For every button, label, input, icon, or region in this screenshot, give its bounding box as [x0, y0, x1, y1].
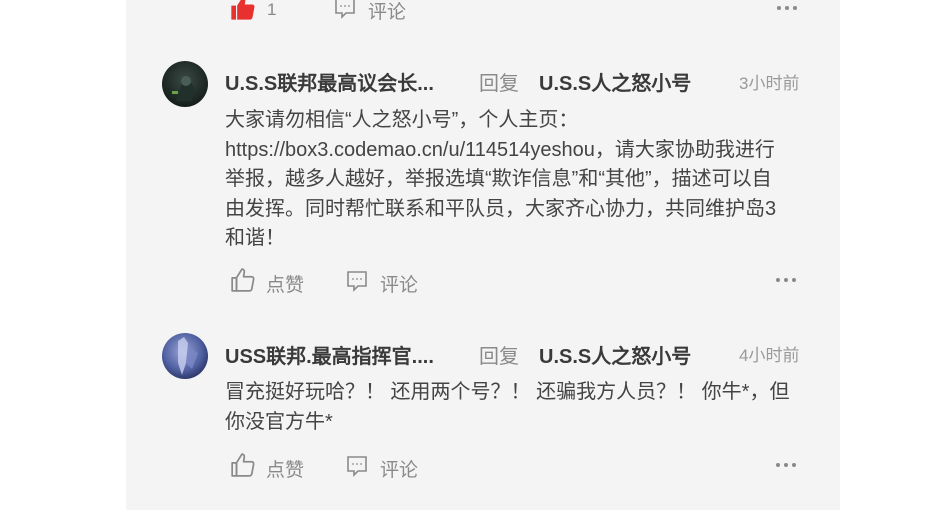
reply-to-name[interactable]: U.S.S人之怒小号: [539, 340, 691, 369]
avatar[interactable]: [162, 61, 208, 107]
like-button-label[interactable]: 点赞: [266, 455, 304, 482]
comment-line: 由发挥。同时帮忙联系和平队员，大家齐心协力，共同维护岛3: [225, 197, 777, 220]
comment-bubble-icon[interactable]: [345, 269, 369, 293]
comment-text: 冒充挺好玩哈？！ 还用两个号？！ 还骗我方人员？！ 你牛*，但 你没官方牛*: [225, 378, 805, 437]
comment-bubble-icon[interactable]: [333, 0, 357, 20]
comment-button-label[interactable]: 评论: [380, 270, 418, 297]
comment-line: https://box3.codemao.cn/u/114514yeshou，请…: [225, 138, 775, 161]
thumbs-up-icon[interactable]: [230, 267, 256, 293]
more-dots-icon[interactable]: [775, 272, 797, 288]
like-count: 1: [267, 0, 277, 19]
reply-label: 回复: [479, 346, 519, 368]
comment-panel: 1 评论 U.S.S联邦最高议会长... 回复 U.S.S人之怒小号 3小时前 …: [126, 0, 840, 510]
timestamp: 3小时前: [739, 74, 800, 93]
previous-comment-actions: 1 评论: [126, 0, 840, 23]
comment-text: 大家请勿相信“人之怒小号”，个人主页： https://box3.codemao…: [225, 106, 805, 254]
more-dots-icon[interactable]: [776, 0, 798, 16]
author-name[interactable]: USS联邦.最高指挥官....: [225, 340, 449, 369]
reply-to-name[interactable]: U.S.S人之怒小号: [539, 67, 691, 96]
comment-line: 大家请勿相信“人之怒小号”，个人主页：: [225, 109, 579, 131]
comment-line: 举报，越多人越好，举报选填“欺诈信息”和“其他”，描述可以自: [225, 168, 772, 190]
comment-button-label[interactable]: 评论: [380, 455, 418, 482]
like-button-label[interactable]: 点赞: [266, 270, 304, 297]
comment-line: 和谐！: [225, 227, 285, 249]
more-dots-icon[interactable]: [775, 457, 797, 473]
thumbs-up-filled-icon[interactable]: [229, 0, 257, 22]
comment-line: 你没官方牛*: [225, 410, 333, 433]
timestamp: 4小时前: [739, 346, 800, 365]
thumbs-up-icon[interactable]: [230, 452, 256, 478]
author-name[interactable]: U.S.S联邦最高议会长...: [225, 67, 449, 96]
comment-bubble-icon[interactable]: [345, 454, 369, 478]
avatar[interactable]: [162, 333, 208, 379]
comment-line: 冒充挺好玩哈？！ 还用两个号？！ 还骗我方人员？！ 你牛*，但: [225, 381, 790, 403]
reply-label: 回复: [479, 73, 519, 95]
comment-button-label[interactable]: 评论: [368, 0, 406, 24]
